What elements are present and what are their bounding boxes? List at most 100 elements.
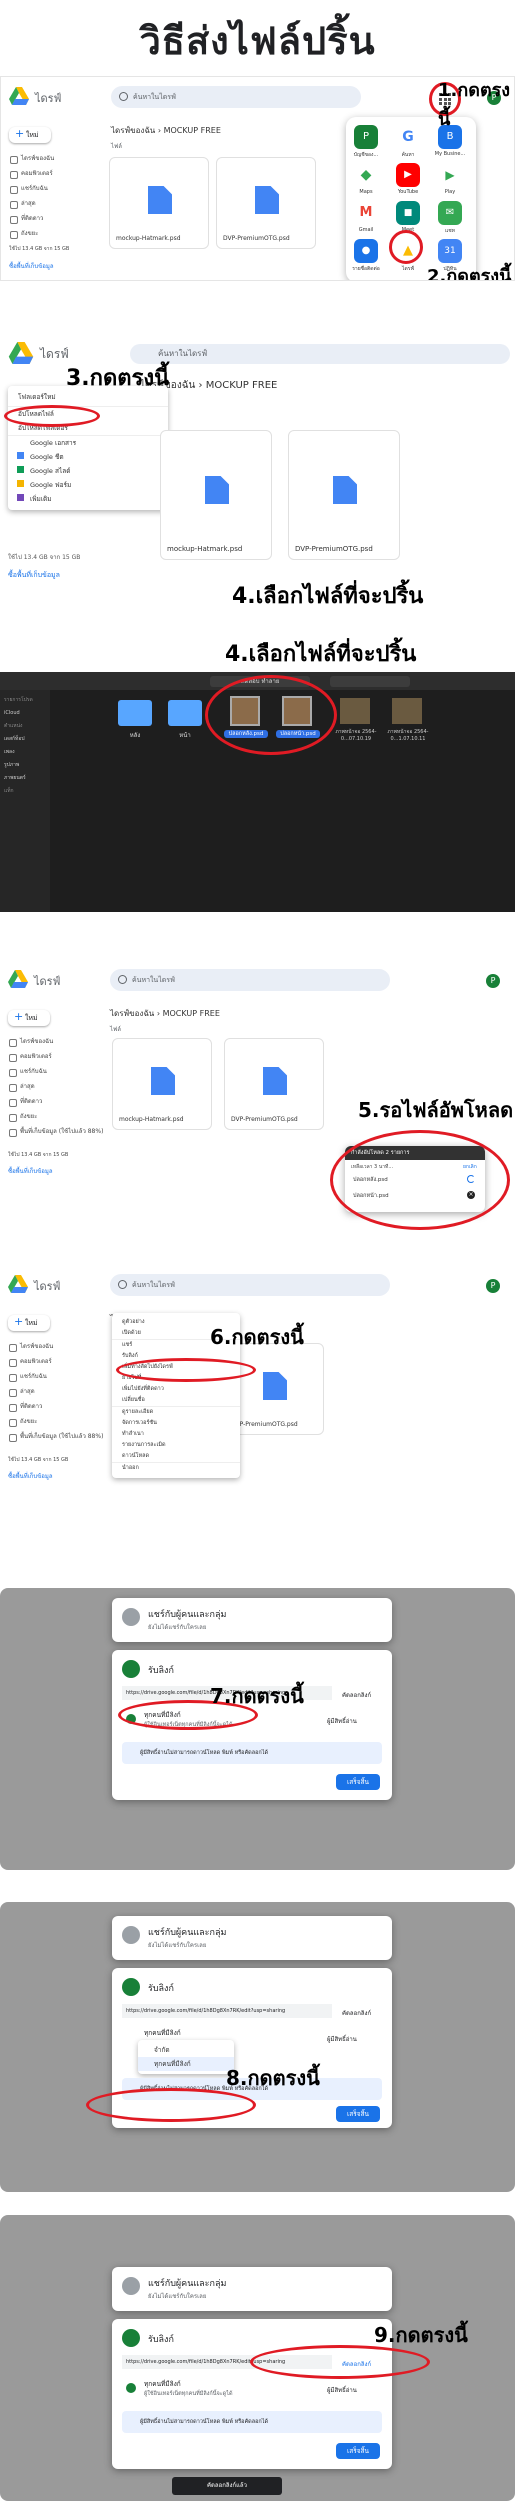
step-5-label: 5.รอไฟล์อัพโหลด <box>358 1098 514 1122</box>
option-anyone-with-link[interactable]: ทุกคนที่มีลิงก์ <box>138 2057 234 2071</box>
picker-sidebar-item[interactable]: ภาพยนตร์ <box>4 772 46 785</box>
role-dropdown[interactable]: ผู้มีสิทธิ์อ่าน <box>327 2385 357 2395</box>
globe-icon <box>126 2383 136 2393</box>
role-dropdown[interactable]: ผู้มีสิทธิ์อ่าน <box>327 1716 357 1726</box>
new-button[interactable]: ใหม่ <box>8 1314 50 1331</box>
step-8-label: 8.กดตรงนี้ <box>226 2066 320 2090</box>
share-subtitle: ยังไม่ได้แชร์กับใครเลย <box>148 1942 207 1949</box>
new-button[interactable]: ใหม่ <box>8 1009 50 1026</box>
menu-item-details[interactable]: ดูรายละเอียด <box>112 1406 240 1418</box>
menu-item-docs[interactable]: Google เอกสาร <box>8 435 168 450</box>
sidebar-item-recent[interactable]: ล่าสุด <box>8 1079 103 1094</box>
sidebar-item-my-drive[interactable]: ไดรฟ์ของฉัน <box>8 1339 103 1354</box>
new-button[interactable]: ใหม่ <box>9 126 51 143</box>
picker-search[interactable] <box>330 676 410 687</box>
file-card[interactable]: mockup-Hatmark.psd <box>109 157 209 249</box>
app-calendar-icon[interactable]: 31 <box>438 239 462 263</box>
search-input[interactable]: ค้นหาในไดรฟ์ <box>110 1274 390 1296</box>
highlight-oval <box>4 405 100 427</box>
link-url[interactable]: https://drive.google.com/file/d/1h8Dg8Xn… <box>122 2004 332 2018</box>
app-search-icon[interactable]: G <box>396 125 420 149</box>
app-account-icon[interactable]: P <box>354 125 378 149</box>
sidebar-item-shared[interactable]: แชร์กับฉัน <box>8 1369 103 1384</box>
drive-logo-icon <box>8 1275 28 1293</box>
menu-item-rename[interactable]: เปลี่ยนชื่อ <box>112 1395 240 1406</box>
picker-sidebar-item[interactable]: เพลง <box>4 746 46 759</box>
menu-item-forms[interactable]: Google ฟอร์ม <box>8 478 168 492</box>
sidebar-item-my-drive[interactable]: ไดรฟ์ของฉัน <box>8 1034 103 1049</box>
avatar[interactable]: P <box>486 974 500 988</box>
file-card[interactable]: mockup-Hatmark.psd <box>112 1038 212 1130</box>
menu-item-sheets[interactable]: Google ชีต <box>8 450 168 464</box>
sidebar-item-computers[interactable]: คอมพิวเตอร์ <box>8 1354 103 1369</box>
sidebar-item-shared[interactable]: แชร์กับฉัน <box>8 1064 103 1079</box>
picker-sidebar-item[interactable]: รูปภาพ <box>4 759 46 772</box>
done-button[interactable]: เสร็จสิ้น <box>336 2443 380 2459</box>
access-dropdown[interactable]: ทุกคนที่มีลิงก์ <box>144 2028 181 2038</box>
step-2-label: 2.กดตรงนี้ <box>427 266 512 281</box>
share-people-panel: แชร์กับผู้คนและกลุ่ม ยังไม่ได้แชร์กับใคร… <box>112 1598 392 1642</box>
menu-item-download[interactable]: ดาวน์โหลด <box>112 1451 240 1462</box>
file-card[interactable]: DVP-PremiumOTG.psd <box>288 430 400 560</box>
screenshot-thumbnail[interactable] <box>340 698 370 724</box>
access-dropdown[interactable]: ทุกคนที่มีลิงก์ <box>144 2379 181 2389</box>
sidebar-item-trash[interactable]: ถังขยะ <box>9 226 54 241</box>
sidebar-item-starred[interactable]: ที่ติดดาว <box>8 1399 103 1414</box>
done-button[interactable]: เสร็จสิ้น <box>336 2106 380 2122</box>
sidebar-item-my-drive[interactable]: ไดรฟ์ของฉัน <box>9 151 54 166</box>
app-contacts-icon[interactable]: ● <box>354 239 378 263</box>
search-input[interactable]: ค้นหาในไดรฟ์ <box>111 86 361 108</box>
sidebar-item-storage[interactable]: พื้นที่เก็บข้อมูล (ใช้ไปแล้ว 88%) <box>8 1124 103 1139</box>
role-dropdown[interactable]: ผู้มีสิทธิ์อ่าน <box>327 2034 357 2044</box>
app-youtube-icon[interactable]: ▶ <box>396 163 420 187</box>
menu-item-remove[interactable]: นำออก <box>112 1462 240 1474</box>
sidebar-item-storage[interactable]: พื้นที่เก็บข้อมูล (ใช้ไปแล้ว 88%) <box>8 1429 103 1444</box>
copy-link-button[interactable]: คัดลอกลิงก์ <box>342 1690 371 1700</box>
app-gmail-icon[interactable]: M <box>354 201 378 225</box>
copy-link-button[interactable]: คัดลอกลิงก์ <box>342 2008 371 2018</box>
share-subtitle: ยังไม่ได้แชร์กับใครเลย <box>148 2293 207 2300</box>
menu-item-copy[interactable]: ทำสำเนา <box>112 1429 240 1440</box>
sidebar-item-trash[interactable]: ถังขยะ <box>8 1414 103 1429</box>
sidebar-item-starred[interactable]: ที่ติดดาว <box>9 211 54 226</box>
picker-sidebar-item[interactable]: iCloud <box>4 707 46 720</box>
sidebar-item-computers[interactable]: คอมพิวเตอร์ <box>9 166 54 181</box>
menu-item-slides[interactable]: Google สไลด์ <box>8 464 168 478</box>
buy-storage-link[interactable]: ซื้อพื้นที่เก็บข้อมูล <box>9 259 54 274</box>
buy-storage-link[interactable]: ซื้อพื้นที่เก็บข้อมูล <box>8 1164 53 1179</box>
drive-brand: ไดรฟ์ <box>34 1280 61 1293</box>
app-meet-icon[interactable]: ■ <box>396 201 420 225</box>
folder-icon[interactable] <box>118 700 152 726</box>
file-card[interactable]: mockup-Hatmark.psd <box>160 430 272 560</box>
menu-item-star[interactable]: เพิ่มไปยังที่ติดดาว <box>112 1384 240 1395</box>
folder-icon[interactable] <box>168 700 202 726</box>
sheets-icon <box>17 466 24 473</box>
app-play-icon[interactable]: ▶ <box>438 163 462 187</box>
menu-item-more[interactable]: เพิ่มเติม <box>8 492 168 506</box>
avatar[interactable]: P <box>486 1279 500 1293</box>
sidebar-item-trash[interactable]: ถังขยะ <box>8 1109 103 1124</box>
buy-storage-link[interactable]: ซื้อพื้นที่เก็บข้อมูล <box>8 570 60 581</box>
sidebar-item-shared[interactable]: แชร์กับฉัน <box>9 181 54 196</box>
file-card[interactable]: DVP-PremiumOTG.psd <box>216 157 316 249</box>
sidebar-item-recent[interactable]: ล่าสุด <box>8 1384 103 1399</box>
search-input[interactable]: ค้นหาในไดรฟ์ <box>130 344 510 364</box>
picker-sidebar: รายการโปรด iCloud ตำแหน่ง เดสก์ท็อป เพลง… <box>0 690 50 912</box>
file-card[interactable]: DVP-PremiumOTG.psd <box>224 1038 324 1130</box>
sidebar-item-computers[interactable]: คอมพิวเตอร์ <box>8 1049 103 1064</box>
screenshot-thumbnail[interactable] <box>392 698 422 724</box>
section-label: ไฟล์ <box>111 143 122 150</box>
buy-storage-link[interactable]: ซื้อพื้นที่เก็บข้อมูล <box>8 1469 53 1484</box>
picker-sidebar-item[interactable]: เดสก์ท็อป <box>4 733 46 746</box>
sidebar-item-starred[interactable]: ที่ติดดาว <box>8 1094 103 1109</box>
done-button[interactable]: เสร็จสิ้น <box>336 1774 380 1790</box>
sidebar-item-recent[interactable]: ล่าสุด <box>9 196 54 211</box>
search-input[interactable]: ค้นหาในไดรฟ์ <box>110 969 390 991</box>
menu-item-report[interactable]: รายงานการละเมิด <box>112 1440 240 1451</box>
app-chat-icon[interactable]: ✉ <box>438 201 462 225</box>
menu-item-versions[interactable]: จัดการเวอร์ชัน <box>112 1418 240 1429</box>
option-restricted[interactable]: จำกัด <box>138 2043 234 2057</box>
app-maps-icon[interactable]: ◆ <box>354 163 378 187</box>
storage-text: ใช้ไป 13.4 GB จาก 15 GB <box>8 1152 69 1158</box>
file-icon <box>333 476 357 504</box>
